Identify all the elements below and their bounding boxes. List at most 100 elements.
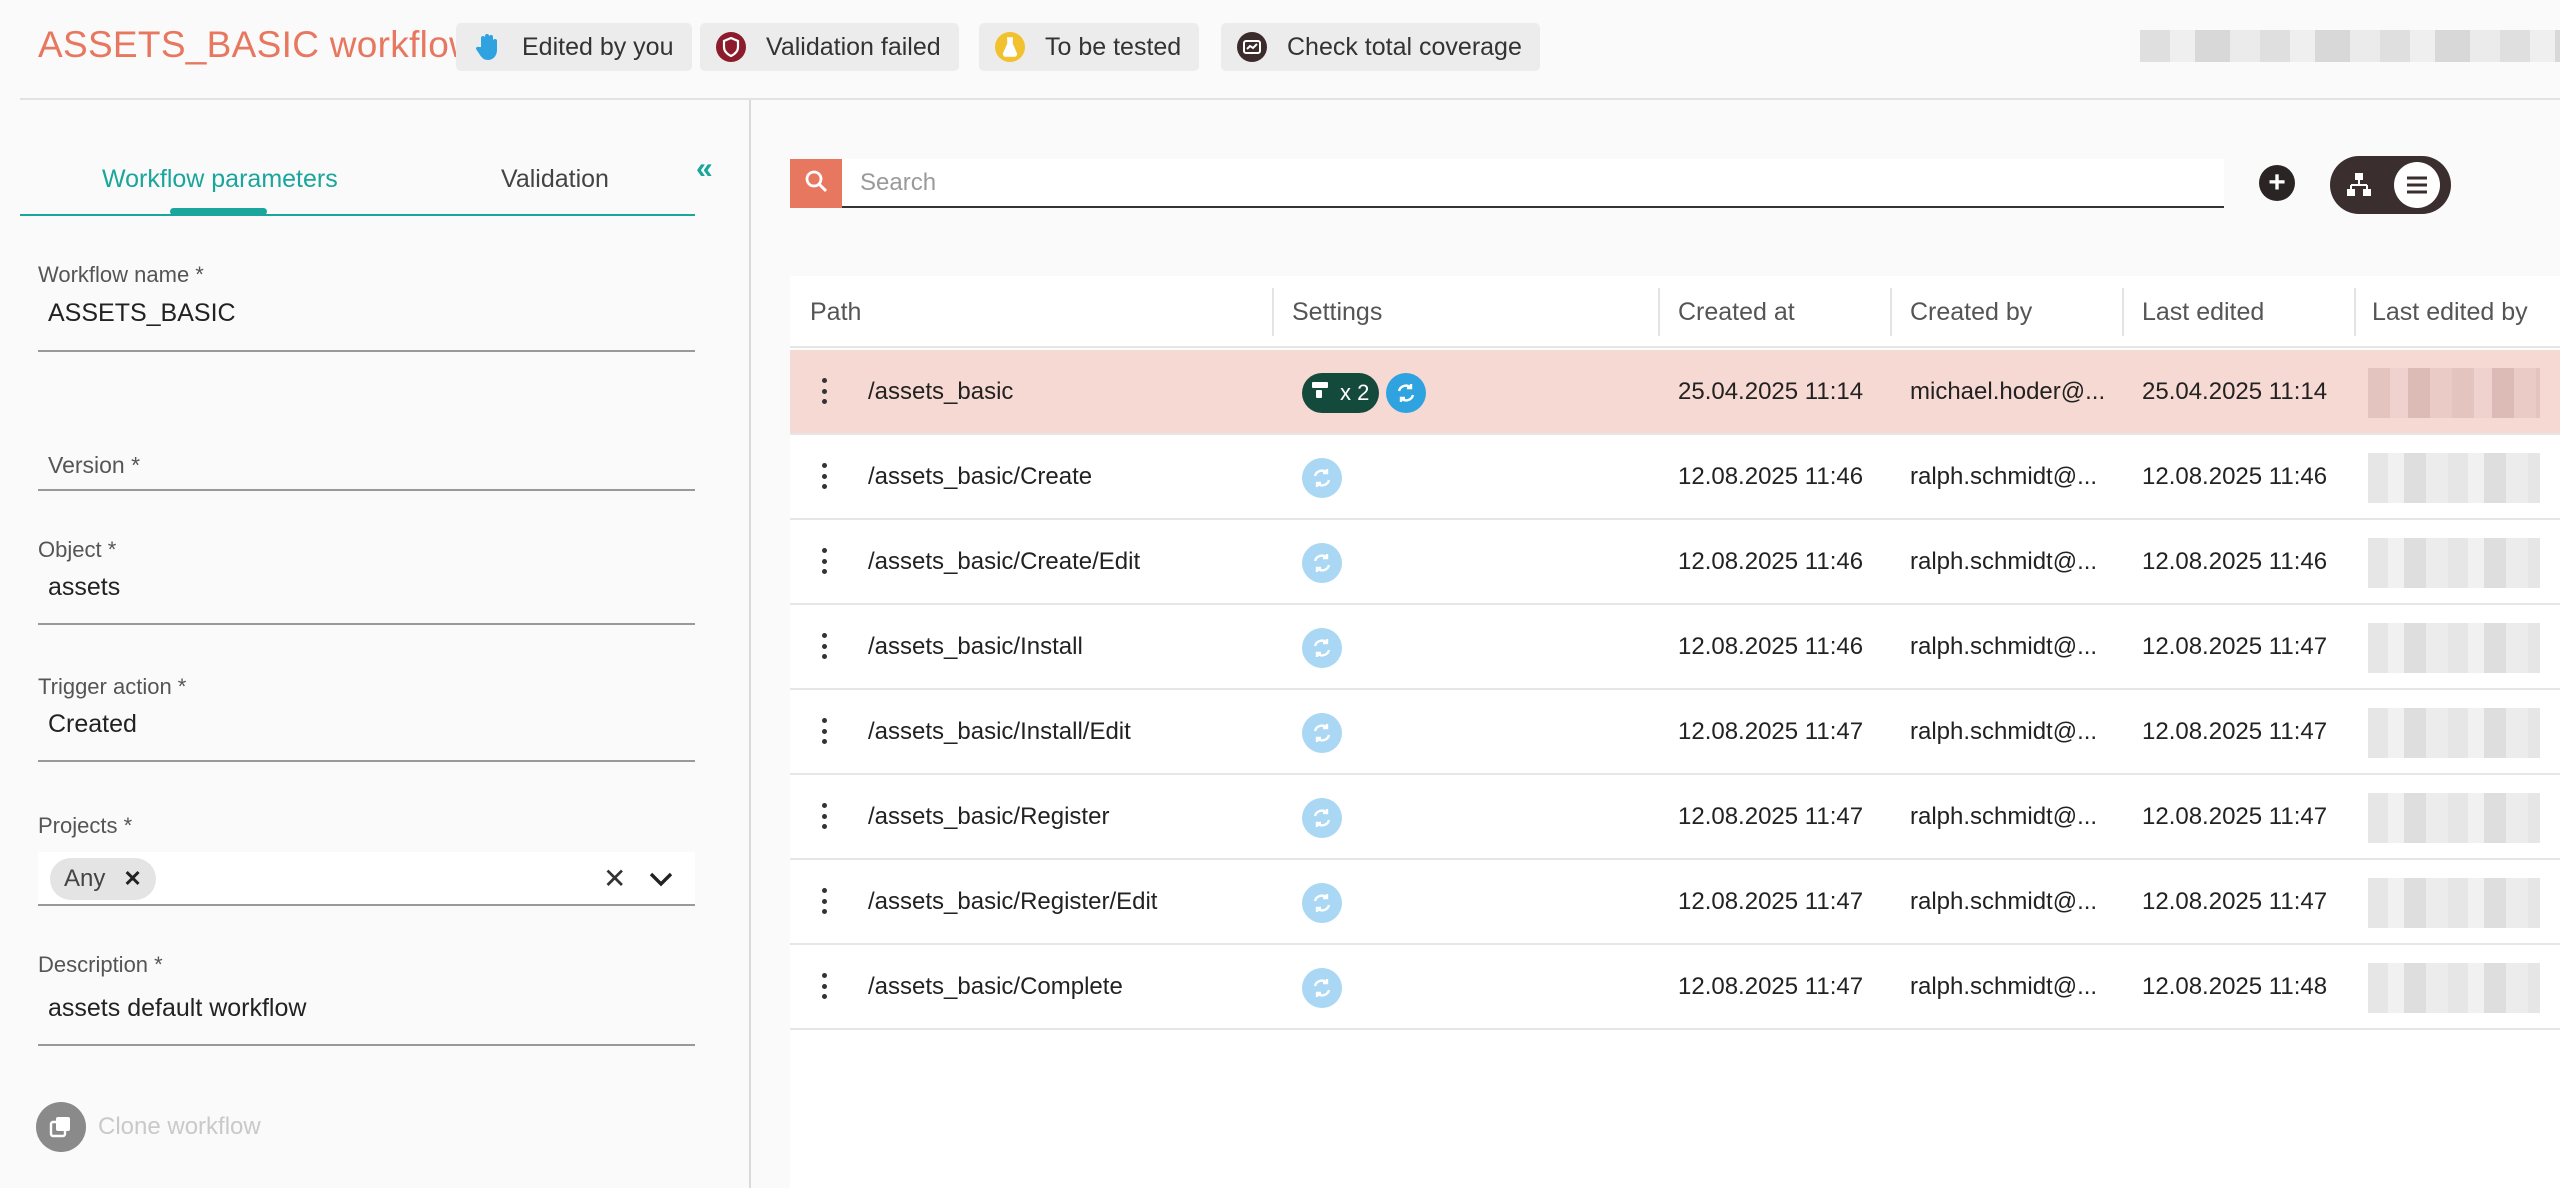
chip-label: Validation failed xyxy=(766,32,941,61)
row-created-at: 12.08.2025 11:47 xyxy=(1678,718,1864,745)
view-toggle[interactable] xyxy=(2330,156,2451,214)
table-row[interactable]: /assets_basic x 2 25.04.2025 11:14 micha… xyxy=(790,350,2560,435)
copy-icon xyxy=(36,1102,86,1152)
row-created-by: michael.hoder@... xyxy=(1910,378,2106,405)
search-input[interactable] xyxy=(842,159,2224,206)
validation-failed-chip[interactable]: Validation failed xyxy=(700,23,959,71)
row-last-edited-by xyxy=(2368,793,2540,843)
chip-label: Edited by you xyxy=(522,32,674,61)
row-created-at: 12.08.2025 11:47 xyxy=(1678,888,1864,915)
field-label: Workflow name * xyxy=(38,262,204,287)
column-separator xyxy=(1272,288,1274,336)
column-last-edited[interactable]: Last edited xyxy=(2142,298,2264,327)
row-last-edited: 12.08.2025 11:47 xyxy=(2142,633,2328,660)
description-field: Description * assets default workflow xyxy=(38,952,695,1048)
row-created-at: 12.08.2025 11:47 xyxy=(1678,973,1864,1000)
hand-icon xyxy=(472,32,502,62)
table-row[interactable]: /assets_basic/Create/Edit 12.08.2025 11:… xyxy=(790,520,2560,605)
sync-icon[interactable] xyxy=(1302,458,1342,498)
remove-chip-icon[interactable]: ✕ xyxy=(123,866,141,892)
row-menu-icon[interactable] xyxy=(820,718,828,744)
row-menu-icon[interactable] xyxy=(820,973,828,999)
row-path: /assets_basic/Register xyxy=(868,803,1110,830)
sync-icon[interactable] xyxy=(1302,798,1342,838)
table-row[interactable]: /assets_basic/Create 12.08.2025 11:46 ra… xyxy=(790,435,2560,520)
settings-badge[interactable]: x 2 xyxy=(1302,373,1380,413)
workflow-name-input[interactable]: ASSETS_BASIC xyxy=(48,299,236,328)
clone-workflow-label: Clone workflow xyxy=(98,1113,261,1140)
projects-select[interactable]: Any ✕ ✕ xyxy=(38,852,695,906)
workflow-name-field: Workflow name * ASSETS_BASIC xyxy=(38,262,695,354)
row-created-by: ralph.schmidt@... xyxy=(1910,718,2098,745)
trigger-action-field: Trigger action * Created xyxy=(38,674,695,764)
description-input[interactable]: assets default workflow xyxy=(48,994,306,1023)
column-separator xyxy=(2122,288,2124,336)
row-menu-icon[interactable] xyxy=(820,633,828,659)
row-created-by: ralph.schmidt@... xyxy=(1910,548,2098,575)
row-last-edited-by xyxy=(2368,708,2540,758)
column-created-at[interactable]: Created at xyxy=(1678,298,1795,327)
row-created-at: 25.04.2025 11:14 xyxy=(1678,378,1864,405)
page-title: ASSETS_BASIC workflow xyxy=(38,24,477,65)
check-coverage-chip[interactable]: Check total coverage xyxy=(1221,23,1540,71)
row-menu-icon[interactable] xyxy=(820,803,828,829)
sync-icon[interactable] xyxy=(1302,628,1342,668)
column-separator xyxy=(2354,288,2356,336)
field-label: Projects * xyxy=(38,813,133,838)
coverage-icon xyxy=(1237,32,1267,62)
field-label: Object * xyxy=(38,537,117,562)
row-created-at: 12.08.2025 11:46 xyxy=(1678,548,1864,575)
row-last-edited: 12.08.2025 11:46 xyxy=(2142,463,2328,490)
table-row[interactable]: /assets_basic/Install/Edit 12.08.2025 11… xyxy=(790,690,2560,775)
row-last-edited-by xyxy=(2368,623,2540,673)
trigger-action-input[interactable]: Created xyxy=(48,710,137,739)
tab-validation[interactable]: Validation xyxy=(501,165,609,194)
field-underline xyxy=(38,760,695,762)
column-created-by[interactable]: Created by xyxy=(1910,298,2032,327)
sync-icon[interactable] xyxy=(1302,543,1342,583)
row-last-edited-by xyxy=(2368,453,2540,503)
list-view-icon[interactable] xyxy=(2394,162,2440,208)
sync-icon[interactable] xyxy=(1386,373,1426,413)
flask-icon xyxy=(995,32,1025,62)
column-path[interactable]: Path xyxy=(810,298,861,327)
clear-selection-icon[interactable]: ✕ xyxy=(603,862,626,895)
workflow-table: Path Settings Created at Created by Last… xyxy=(790,276,2560,1188)
sync-icon[interactable] xyxy=(1302,968,1342,1008)
chip-label: To be tested xyxy=(1045,32,1182,61)
sync-icon[interactable] xyxy=(1302,713,1342,753)
chevron-down-icon[interactable] xyxy=(646,864,676,894)
settings-count: x 2 xyxy=(1340,380,1370,405)
table-row[interactable]: /assets_basic/Complete 12.08.2025 11:47 … xyxy=(790,945,2560,1030)
row-menu-icon[interactable] xyxy=(820,548,828,574)
table-row[interactable]: /assets_basic/Install 12.08.2025 11:46 r… xyxy=(790,605,2560,690)
search-button[interactable] xyxy=(790,159,842,208)
object-input[interactable]: assets xyxy=(48,573,120,602)
row-last-edited: 12.08.2025 11:47 xyxy=(2142,718,2328,745)
row-menu-icon[interactable] xyxy=(820,463,828,489)
version-input[interactable]: Version * xyxy=(38,452,695,479)
sync-icon[interactable] xyxy=(1302,883,1342,923)
row-last-edited-by xyxy=(2368,878,2540,928)
collapse-panel-icon[interactable]: « xyxy=(696,152,713,186)
table-row[interactable]: /assets_basic/Register 12.08.2025 11:47 … xyxy=(790,775,2560,860)
edited-by-you-chip[interactable]: Edited by you xyxy=(456,23,692,71)
column-last-edited-by[interactable]: Last edited by xyxy=(2372,298,2528,327)
table-header: Path Settings Created at Created by Last… xyxy=(790,276,2560,348)
column-settings[interactable]: Settings xyxy=(1292,298,1382,327)
row-menu-icon[interactable] xyxy=(820,378,828,404)
add-button[interactable]: + xyxy=(2259,165,2295,201)
tab-workflow-parameters[interactable]: Workflow parameters xyxy=(102,165,338,194)
user-menu[interactable] xyxy=(2140,30,2560,62)
header: ASSETS_BASIC workflow Edited by you Vali… xyxy=(0,0,2560,98)
table-row[interactable]: /assets_basic/Register/Edit 12.08.2025 1… xyxy=(790,860,2560,945)
tree-view-icon[interactable] xyxy=(2344,170,2374,200)
field-underline xyxy=(38,1044,695,1046)
to-be-tested-chip[interactable]: To be tested xyxy=(979,23,1200,71)
row-menu-icon[interactable] xyxy=(820,888,828,914)
object-field: Object * assets xyxy=(38,537,695,627)
column-separator xyxy=(1890,288,1892,336)
clone-workflow-button[interactable]: Clone workflow xyxy=(36,1102,261,1152)
row-path: /assets_basic/Install/Edit xyxy=(868,718,1131,745)
row-path: /assets_basic/Create xyxy=(868,463,1093,490)
